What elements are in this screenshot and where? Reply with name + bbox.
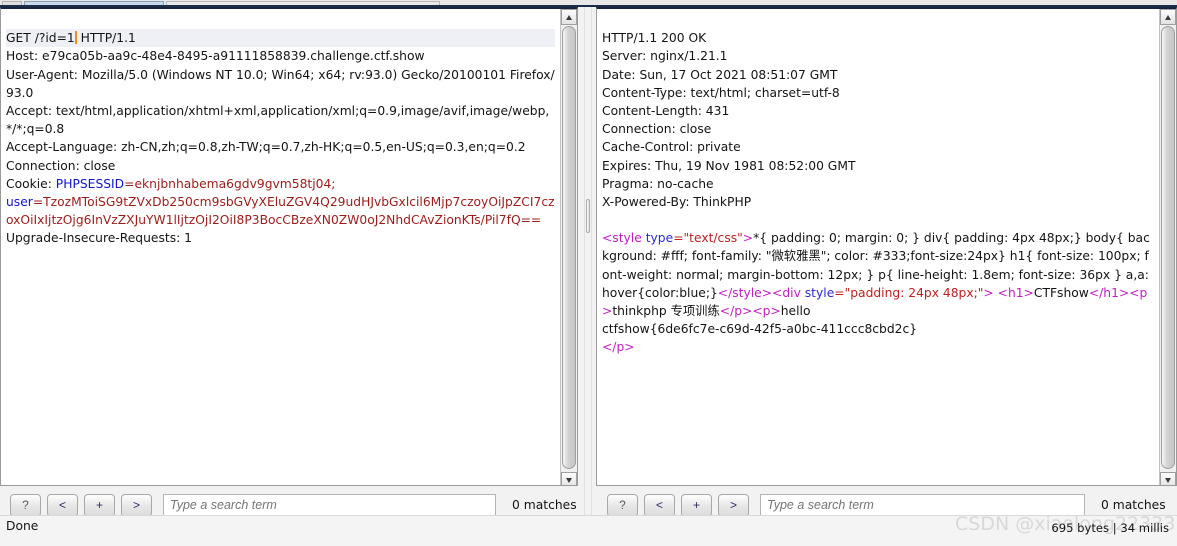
request-header-host: Host: e79ca05b-aa9c-48e4-8495-a911118588… — [6, 49, 425, 64]
cookie-name-user: user — [6, 195, 33, 210]
request-method-path: GET /?id=1 — [6, 31, 75, 46]
response-header-pragma: Pragma: no-cache — [602, 176, 714, 191]
request-search-next-button[interactable]: > — [121, 493, 152, 517]
tab-strip — [0, 0, 1177, 7]
response-scroll-thumb[interactable] — [1161, 26, 1175, 469]
p2-tag-open: <p> — [752, 304, 781, 319]
style-attr-name: type — [641, 231, 674, 246]
request-message-text[interactable]: GET /?id=1 HTTP/1.1 Host: e79ca05b-aa9c-4… — [1, 9, 577, 250]
response-header-content-type: Content-Type: text/html; charset=utf-8 — [602, 85, 840, 100]
request-pane: GET /?id=1 HTTP/1.1 Host: e79ca05b-aa9c-4… — [0, 7, 578, 546]
scroll-down-arrow-icon[interactable] — [1160, 472, 1176, 485]
response-search-prev-button[interactable]: < — [644, 493, 675, 517]
request-search-help-button[interactable]: ? — [10, 493, 41, 517]
request-search-prev-button[interactable]: < — [47, 493, 78, 517]
splitter-grip[interactable] — [586, 199, 590, 233]
style-tag-open: <style — [602, 231, 642, 246]
status-left-text: Done — [6, 519, 39, 533]
response-header-x-powered-by: X-Powered-By: ThinkPHP — [602, 195, 752, 210]
response-search-next-button[interactable]: > — [718, 493, 749, 517]
response-header-date: Date: Sun, 17 Oct 2021 08:51:07 GMT — [602, 67, 838, 82]
style-attr-value: ="text/css" — [673, 231, 743, 246]
status-right-text: 695 bytes | 34 millis — [1051, 521, 1169, 535]
request-search-add-button[interactable]: + — [84, 493, 115, 517]
p2-tag-close: </p> — [602, 340, 635, 355]
request-header-cookie-label: Cookie: — [6, 176, 56, 191]
request-header-connection: Connection: close — [6, 158, 116, 173]
response-message-box[interactable]: HTTP/1.1 200 OK Server: nginx/1.21.1 Dat… — [596, 7, 1177, 486]
response-search-add-button[interactable]: + — [681, 493, 712, 517]
div-tag-open: <div — [772, 285, 801, 300]
h1-tag-open: <h1> — [997, 285, 1034, 300]
request-http-version: HTTP/1.1 — [76, 31, 136, 46]
div-tag-close: > — [983, 285, 998, 300]
response-search-help-button[interactable]: ? — [607, 493, 638, 517]
response-header-expires: Expires: Thu, 19 Nov 1981 08:52:00 GMT — [602, 158, 856, 173]
scroll-up-arrow-icon[interactable] — [561, 9, 577, 25]
response-header-content-length: Content-Length: 431 — [602, 104, 730, 119]
response-search-input[interactable] — [760, 493, 1085, 517]
request-first-line: GET /?id=1 HTTP/1.1 — [6, 29, 555, 48]
scroll-up-arrow-icon[interactable] — [1160, 9, 1176, 25]
div-attr-name: style — [800, 285, 835, 300]
pane-splitter[interactable] — [584, 7, 592, 546]
cookie-value-user: =TzozMToiSG9tZVxDb250cm9sbGVyXEluZGV4Q29… — [6, 195, 555, 228]
request-search-input[interactable] — [163, 493, 496, 517]
response-match-count: 0 matches — [1101, 498, 1166, 512]
p1-tag-close: </p> — [719, 304, 753, 319]
cookie-name-phpsessid: PHPSESSID — [55, 176, 125, 191]
style-tag-close: > — [742, 231, 754, 246]
response-header-cache-control: Cache-Control: private — [602, 140, 741, 155]
response-message-text[interactable]: HTTP/1.1 200 OK Server: nginx/1.21.1 Dat… — [597, 9, 1176, 359]
request-match-count: 0 matches — [512, 498, 577, 512]
request-vertical-scrollbar[interactable] — [560, 9, 577, 485]
burp-repeater-window: GET /?id=1 HTTP/1.1 Host: e79ca05b-aa9c-4… — [0, 0, 1177, 546]
scroll-down-arrow-icon[interactable] — [561, 472, 577, 485]
response-body: <style type="text/css">*{ padding: 0; ma… — [602, 229, 1154, 356]
request-scroll-thumb[interactable] — [562, 26, 576, 469]
h1-text: CTFshow — [1033, 285, 1089, 300]
request-message-box[interactable]: GET /?id=1 HTTP/1.1 Host: e79ca05b-aa9c-4… — [0, 7, 578, 486]
request-header-user-agent: User-Agent: Mozilla/5.0 (Windows NT 10.0… — [6, 67, 555, 100]
request-header-accept: Accept: text/html,application/xhtml+xml,… — [6, 104, 550, 137]
response-pane: HTTP/1.1 200 OK Server: nginx/1.21.1 Dat… — [596, 7, 1177, 546]
style-tag-end: </style> — [717, 285, 773, 300]
cookie-value-phpsessid: =eknjbnhabema6gdv9gvm58tj04; — [124, 176, 336, 191]
request-header-upgrade-insecure-requests: Upgrade-Insecure-Requests: 1 — [6, 231, 192, 246]
h1-tag-close: </h1> — [1088, 285, 1130, 300]
request-header-accept-language: Accept-Language: zh-CN,zh;q=0.8,zh-TW;q=… — [6, 140, 526, 155]
response-header-connection: Connection: close — [602, 122, 712, 137]
response-status-line: HTTP/1.1 200 OK — [602, 31, 707, 46]
response-header-server: Server: nginx/1.21.1 — [602, 49, 728, 64]
response-vertical-scrollbar[interactable] — [1159, 9, 1176, 485]
status-bar — [0, 515, 1177, 546]
div-attr-value: ="padding: 24px 48px;" — [834, 285, 984, 300]
p1-text: thinkphp 专项训练 — [612, 304, 720, 319]
